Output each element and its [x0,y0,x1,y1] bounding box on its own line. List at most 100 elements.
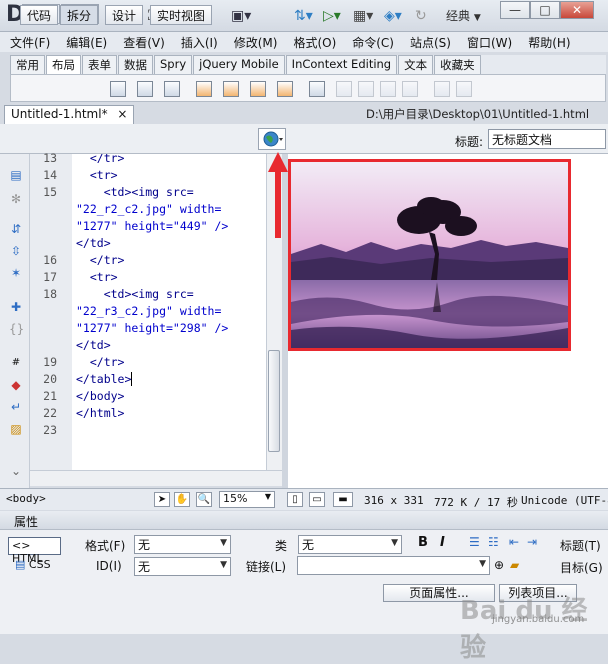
file-management-icon[interactable]: ⇅▾ [294,8,313,24]
tab-jquery-mobile[interactable]: jQuery Mobile [193,55,285,74]
code-view-button[interactable]: 代码 [20,5,59,25]
menu-modify[interactable]: 修改(M) [234,34,278,51]
check-browser-icon[interactable]: ▷▾ [323,8,341,24]
close-tab-icon[interactable]: × [117,107,127,121]
menu-commands[interactable]: 命令(C) [352,34,394,51]
more-options-icon[interactable]: ⌄ [9,464,23,478]
line-number-column: 13 14 15 16 17 18 19 20 21 22 23 [30,151,72,470]
spry-collapsible-icon[interactable] [277,81,293,97]
target-label: 目标(G) [560,561,603,575]
image-preview[interactable] [288,159,571,351]
css-mode-button[interactable]: ▤ CSS [15,558,51,571]
tablet-size-icon[interactable]: ▭ [309,492,325,507]
menu-site[interactable]: 站点(S) [410,34,451,51]
zoom-select[interactable]: 15% ▼ [219,491,275,508]
balance-braces-icon[interactable]: {} [9,322,24,336]
mobile-size-icon[interactable]: ▯ [287,492,303,507]
italic-button[interactable]: I [440,535,445,550]
insert-bar [10,74,606,102]
refresh-icon[interactable]: ↻ [415,8,427,24]
menu-view[interactable]: 查看(V) [123,34,165,51]
inspect-icon[interactable]: ◈▾ [384,8,402,24]
menu-format[interactable]: 格式(O) [293,34,336,51]
insert-table-icon[interactable] [309,81,325,97]
tag-selector[interactable]: <body> [6,492,46,505]
workspace-switcher[interactable]: 经典 ▼ [446,7,481,24]
tab-favorites[interactable]: 收藏夹 [434,55,481,74]
tab-common[interactable]: 常用 [10,55,45,74]
open-documents-icon[interactable]: ▤ [9,168,23,182]
html-mode-button[interactable]: <> HTML [8,537,61,565]
link-input[interactable] [297,556,490,575]
preview-in-browser-button[interactable] [258,128,286,150]
show-code-navigator-icon[interactable]: ✻ [9,192,23,206]
code-line: "22_r3_c2.jpg" width= [76,304,222,318]
maximize-button[interactable]: □ [530,1,560,19]
format-select[interactable]: 无 [134,535,231,554]
tab-incontext-editing[interactable]: InContext Editing [285,55,398,74]
desktop-size-icon[interactable]: ▬ [333,492,353,507]
id-label: ID(I) [96,559,122,573]
document-tab[interactable]: Untitled-1.html* × [4,105,135,124]
highlight-invalid-code-icon[interactable]: ◆ [9,378,23,392]
zoom-tool-icon[interactable]: 🔍 [196,492,212,507]
properties-header[interactable] [0,511,608,530]
tab-forms[interactable]: 表单 [82,55,117,74]
code-scroll-thumb[interactable] [268,350,280,452]
code-editor[interactable]: </tr> <tr> <td><img src= "22_r2_c2.jpg" … [72,154,267,470]
line-number: 15 [43,185,57,199]
spry-accordion-icon[interactable] [250,81,266,97]
design-view-button[interactable]: 设计 [105,5,144,25]
code-line: </td> [76,236,111,250]
menu-help[interactable]: 帮助(H) [528,34,570,51]
line-number: 19 [43,355,57,369]
outdent-icon[interactable]: ⇤ [509,535,519,549]
code-horizontal-scrollbar[interactable] [30,470,282,486]
menu-insert[interactable]: 插入(I) [181,34,218,51]
select-parent-tag-icon[interactable]: ✚ [9,300,23,314]
line-number: 20 [43,372,57,386]
expand-all-icon[interactable]: ✶ [9,266,23,280]
tab-layout[interactable]: 布局 [46,55,81,74]
line-number: 22 [43,406,57,420]
insert-div-icon[interactable] [110,81,126,97]
word-wrap-icon[interactable]: ↵ [9,400,23,414]
indent-icon[interactable]: ⇥ [527,535,537,549]
tab-spry[interactable]: Spry [154,55,193,74]
hand-tool-icon[interactable]: ✋ [174,492,190,507]
insert-ap-div-icon[interactable] [137,81,153,97]
spry-menubar-icon[interactable] [196,81,212,97]
close-window-button[interactable]: ✕ [560,1,594,19]
unordered-list-icon[interactable]: ☰ [469,535,480,549]
menu-edit[interactable]: 编辑(E) [66,34,107,51]
spry-tabbed-panels-icon[interactable] [223,81,239,97]
tab-data[interactable]: 数据 [118,55,153,74]
menu-window[interactable]: 窗口(W) [467,34,512,51]
ordered-list-icon[interactable]: ☷ [488,535,499,549]
browse-folder-icon[interactable]: ▰ [510,558,519,572]
point-to-file-icon[interactable]: ⊕ [494,558,504,572]
collapse-selection-icon[interactable]: ⇳ [9,244,23,258]
minimize-button[interactable]: — [500,1,530,19]
menu-file[interactable]: 文件(F) [10,34,50,51]
pointer-tool-icon[interactable]: ➤ [154,492,170,507]
code-line: </html> [76,406,125,420]
bold-button[interactable]: B [418,535,428,550]
format-label: 格式(F) [85,539,126,553]
insert-tabs: 常用 布局 表单 数据 Spry jQuery Mobile InContext… [10,55,606,74]
insert-fluid-grid-icon[interactable] [164,81,180,97]
syntax-coloring-icon[interactable]: ▨ [9,422,23,436]
document-title-input[interactable]: 无标题文档 [488,129,606,149]
window-size[interactable]: 316 x 331 [364,494,424,507]
id-select[interactable]: 无 [134,557,231,576]
line-number: 18 [43,287,57,301]
split-view-button[interactable]: 拆分 [60,5,99,25]
line-numbers-icon[interactable]: # [9,356,23,370]
live-view-button[interactable]: 实时视图 [150,5,213,25]
tab-text[interactable]: 文本 [398,55,434,74]
multiscreen-icon[interactable]: ▣▾ [231,8,251,24]
visual-aids-icon[interactable]: ▦▾ [353,8,373,24]
collapse-full-tag-icon[interactable]: ⇵ [9,222,23,236]
css-icon: ▤ [15,558,26,571]
class-select[interactable]: 无 [298,535,402,554]
